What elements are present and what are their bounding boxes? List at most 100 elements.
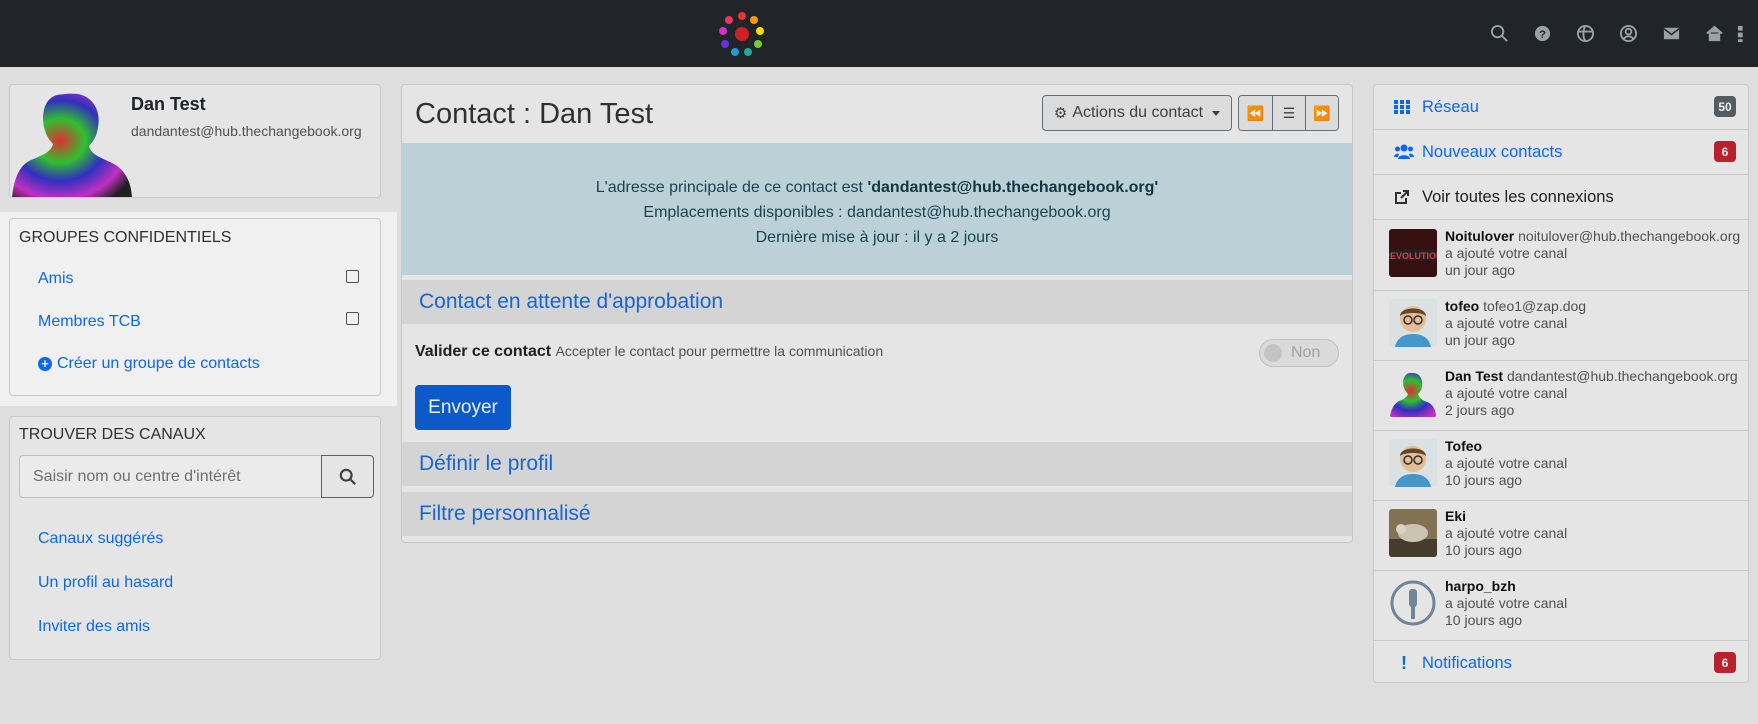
grid-icon[interactable] <box>1736 22 1758 44</box>
groups-title: GROUPES CONFIDENTIELS <box>19 229 232 246</box>
connection-item[interactable]: Eki a ajouté votre canal 10 jours ago <box>1374 501 1748 571</box>
plus-circle-icon: + <box>38 357 52 371</box>
connection-name-line: Noitulover noitulover@hub.thechangebook.… <box>1445 228 1741 244</box>
forward-icon: ⏩ <box>1313 104 1331 121</box>
connection-action: a ajouté votre canal <box>1445 525 1568 541</box>
group-link-membres-tcb[interactable]: Membres TCB <box>38 313 141 331</box>
help-icon[interactable]: ? <box>1521 22 1564 44</box>
suggested-channels-link[interactable]: Canaux suggérés <box>38 530 163 548</box>
notifications-row[interactable]: ! Notifications 6 <box>1374 641 1748 682</box>
grid-icon <box>1394 99 1414 115</box>
svg-text:?: ? <box>1539 28 1546 40</box>
connection-name-line: tofeo tofeo1@zap.dog <box>1445 298 1741 314</box>
contact-info-alert: L'adresse principale de ce contact est '… <box>402 143 1352 275</box>
channel-search <box>19 455 374 498</box>
connection-address: dandantest@hub.thechangebook.org <box>1506 368 1738 384</box>
globe-icon[interactable] <box>1564 22 1607 44</box>
external-link-icon <box>1394 189 1414 205</box>
group-link-amis[interactable]: Amis <box>38 270 74 288</box>
avatar[interactable] <box>12 85 132 198</box>
connection-avatar <box>1389 579 1437 627</box>
all-connections-label: Voir toutes les connexions <box>1422 187 1614 206</box>
profile-card: Dan Test dandantest@hub.thechangebook.or… <box>9 84 381 198</box>
home-icon[interactable] <box>1693 22 1736 44</box>
connection-name: Eki <box>1445 508 1467 524</box>
connection-address: tofeo1@zap.dog <box>1483 298 1587 314</box>
connection-item[interactable]: Tofeo a ajouté votre canal 10 jours ago <box>1374 431 1748 501</box>
connection-item[interactable]: tofeo tofeo1@zap.dog a ajouté votre cana… <box>1374 291 1748 361</box>
notifications-link[interactable]: Notifications <box>1422 654 1512 673</box>
validate-label: Valider ce contact <box>415 343 552 360</box>
last-update-line: Dernière mise à jour : il y a 2 jours <box>755 229 999 246</box>
connection-avatar <box>1389 509 1437 557</box>
contact-list-button[interactable]: ☰ <box>1272 96 1305 130</box>
connection-item[interactable]: Dan Test dandantest@hub.thechangebook.or… <box>1374 361 1748 431</box>
custom-filter-section[interactable]: Filtre personnalisé <box>402 492 1352 536</box>
primary-address-prefix: L'adresse principale de ce contact est <box>595 179 868 196</box>
random-profile-link[interactable]: Un profil au hasard <box>38 574 173 592</box>
connection-action: a ajouté votre canal <box>1445 595 1568 611</box>
channels-title: TROUVER DES CANAUX <box>19 426 206 443</box>
validate-description: Accepter le contact pour permettre la co… <box>555 343 884 359</box>
all-connections-row[interactable]: Voir toutes les connexions <box>1374 175 1748 220</box>
connection-name: Tofeo <box>1445 438 1483 454</box>
connection-time: 10 jours ago <box>1445 612 1523 628</box>
new-contacts-row[interactable]: Nouveaux contacts 6 <box>1374 130 1748 175</box>
validate-toggle[interactable]: Non <box>1259 339 1339 367</box>
primary-address-line: L'adresse principale de ce contact est '… <box>402 175 1352 200</box>
contact-main-card: Contact : Dan Test ⚙ Actions du contact … <box>401 84 1353 543</box>
connection-time: 10 jours ago <box>1445 472 1523 488</box>
toggle-knob <box>1264 344 1282 362</box>
toggle-label: Non <box>1291 344 1321 361</box>
caret-down-icon <box>1212 110 1221 116</box>
define-profile-section[interactable]: Définir le profil <box>402 442 1352 486</box>
pending-approval-section[interactable]: Contact en attente d'approbation <box>402 280 1352 324</box>
create-group-label: Créer un groupe de contacts <box>57 355 260 372</box>
group-checkbox-amis[interactable] <box>346 270 359 283</box>
connections-sidebar: Réseau 50 Nouveaux contacts 6 Voir toute… <box>1373 84 1749 683</box>
contact-actions-label: Actions du contact <box>1072 104 1204 121</box>
profile-name: Dan Test <box>131 94 206 114</box>
next-contact-button[interactable]: ⏩ <box>1305 96 1338 130</box>
channel-search-input[interactable] <box>19 455 321 498</box>
primary-address-value: 'dandantest@hub.thechangebook.org' <box>867 179 1159 196</box>
create-group-link[interactable]: + Créer un groupe de contacts <box>38 355 260 373</box>
group-checkbox-membres-tcb[interactable] <box>346 312 359 325</box>
mail-icon[interactable] <box>1650 22 1693 44</box>
contact-actions-dropdown[interactable]: ⚙ Actions du contact <box>1042 95 1232 131</box>
channel-search-button[interactable] <box>321 455 374 498</box>
connection-name-line: harpo_bzh <box>1445 578 1741 594</box>
connection-avatar: REVOLUTION <box>1389 229 1437 277</box>
find-channels-card: TROUVER DES CANAUX Canaux suggérés Un pr… <box>9 416 381 660</box>
new-contacts-link[interactable]: Nouveaux contacts <box>1422 143 1562 162</box>
users-icon <box>1394 144 1414 160</box>
send-button[interactable]: Envoyer <box>415 385 511 430</box>
connection-action: a ajouté votre canal <box>1445 245 1568 261</box>
exclamation-icon: ! <box>1401 653 1407 673</box>
network-link[interactable]: Réseau <box>1422 98 1479 117</box>
previous-contact-button[interactable]: ⏪ <box>1239 96 1272 130</box>
search-icon <box>339 468 356 485</box>
page-title: Contact : Dan Test <box>415 98 654 130</box>
gear-icon: ⚙ <box>1053 105 1068 122</box>
connection-time: un jour ago <box>1445 262 1516 278</box>
connection-time: 10 jours ago <box>1445 542 1523 558</box>
search-icon[interactable] <box>1478 22 1521 44</box>
connection-item[interactable]: harpo_bzh a ajouté votre canal 10 jours … <box>1374 571 1748 641</box>
connection-name-line: Tofeo <box>1445 438 1741 454</box>
connection-item[interactable]: REVOLUTION Noitulover noitulover@hub.the… <box>1374 221 1748 291</box>
connection-time: 2 jours ago <box>1445 402 1515 418</box>
connection-action: a ajouté votre canal <box>1445 315 1568 331</box>
network-row[interactable]: Réseau 50 <box>1374 85 1748 130</box>
top-navbar: ? <box>0 0 1758 67</box>
invite-friends-link[interactable]: Inviter des amis <box>38 618 150 636</box>
locations-line: Emplacements disponibles : dandantest@hu… <box>643 204 1111 221</box>
connection-avatar <box>1389 369 1437 417</box>
connection-address: noitulover@hub.thechangebook.org <box>1518 228 1741 244</box>
user-icon[interactable] <box>1607 22 1650 44</box>
network-count-badge: 50 <box>1714 96 1736 117</box>
contact-nav-group: ⏪ ☰ ⏩ <box>1238 95 1339 131</box>
connection-action: a ajouté votre canal <box>1445 385 1568 401</box>
site-logo[interactable] <box>716 9 768 59</box>
connection-name: harpo_bzh <box>1445 578 1516 594</box>
